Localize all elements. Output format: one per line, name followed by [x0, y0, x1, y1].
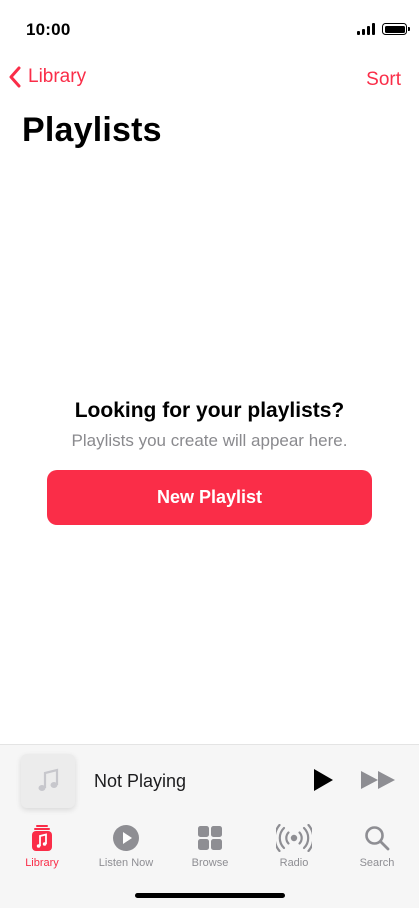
empty-state: Looking for your playlists? Playlists yo…	[0, 399, 419, 451]
new-playlist-button[interactable]: New Playlist	[47, 470, 372, 525]
tab-radio-label: Radio	[279, 857, 309, 869]
status-bar: 10:00	[0, 0, 419, 52]
back-button-label: Library	[28, 66, 87, 87]
tab-browse[interactable]: Browse	[168, 822, 252, 869]
cellular-signal-icon	[357, 23, 375, 35]
chevron-left-icon	[9, 66, 21, 88]
tab-radio[interactable]: Radio	[252, 822, 336, 869]
home-indicator	[135, 893, 285, 898]
empty-state-subtitle: Playlists you create will appear here.	[71, 431, 348, 450]
tab-library-label: Library	[25, 857, 59, 869]
search-icon	[364, 822, 390, 854]
sort-button[interactable]: Sort	[366, 69, 401, 91]
play-circle-icon	[112, 822, 140, 854]
status-icons	[357, 23, 410, 35]
fast-forward-icon	[361, 771, 395, 789]
tab-bar: Library Listen Now Browse Radio Search	[0, 816, 419, 908]
play-button[interactable]	[312, 768, 334, 797]
skip-forward-button[interactable]	[360, 770, 396, 795]
tab-browse-label: Browse	[191, 857, 229, 869]
album-artwork	[21, 754, 75, 808]
tab-listen-now-label: Listen Now	[98, 857, 154, 869]
navigation-bar: Library Sort	[0, 62, 419, 98]
tab-library[interactable]: Library	[0, 822, 84, 869]
battery-icon	[382, 23, 410, 35]
music-note-icon	[38, 768, 59, 791]
back-button[interactable]: Library	[8, 66, 86, 88]
now-playing-title: Not Playing	[94, 771, 187, 791]
tab-search[interactable]: Search	[335, 822, 419, 869]
mini-player[interactable]: Not Playing	[0, 744, 419, 816]
radio-icon	[276, 822, 312, 854]
grid-icon	[197, 822, 223, 854]
empty-state-heading: Looking for your playlists?	[74, 399, 345, 422]
status-time: 10:00	[26, 20, 71, 39]
play-icon	[314, 769, 333, 791]
tab-listen-now[interactable]: Listen Now	[84, 822, 168, 869]
library-icon	[30, 822, 54, 854]
tab-search-label: Search	[359, 857, 395, 869]
page-title: Playlists	[22, 111, 162, 149]
